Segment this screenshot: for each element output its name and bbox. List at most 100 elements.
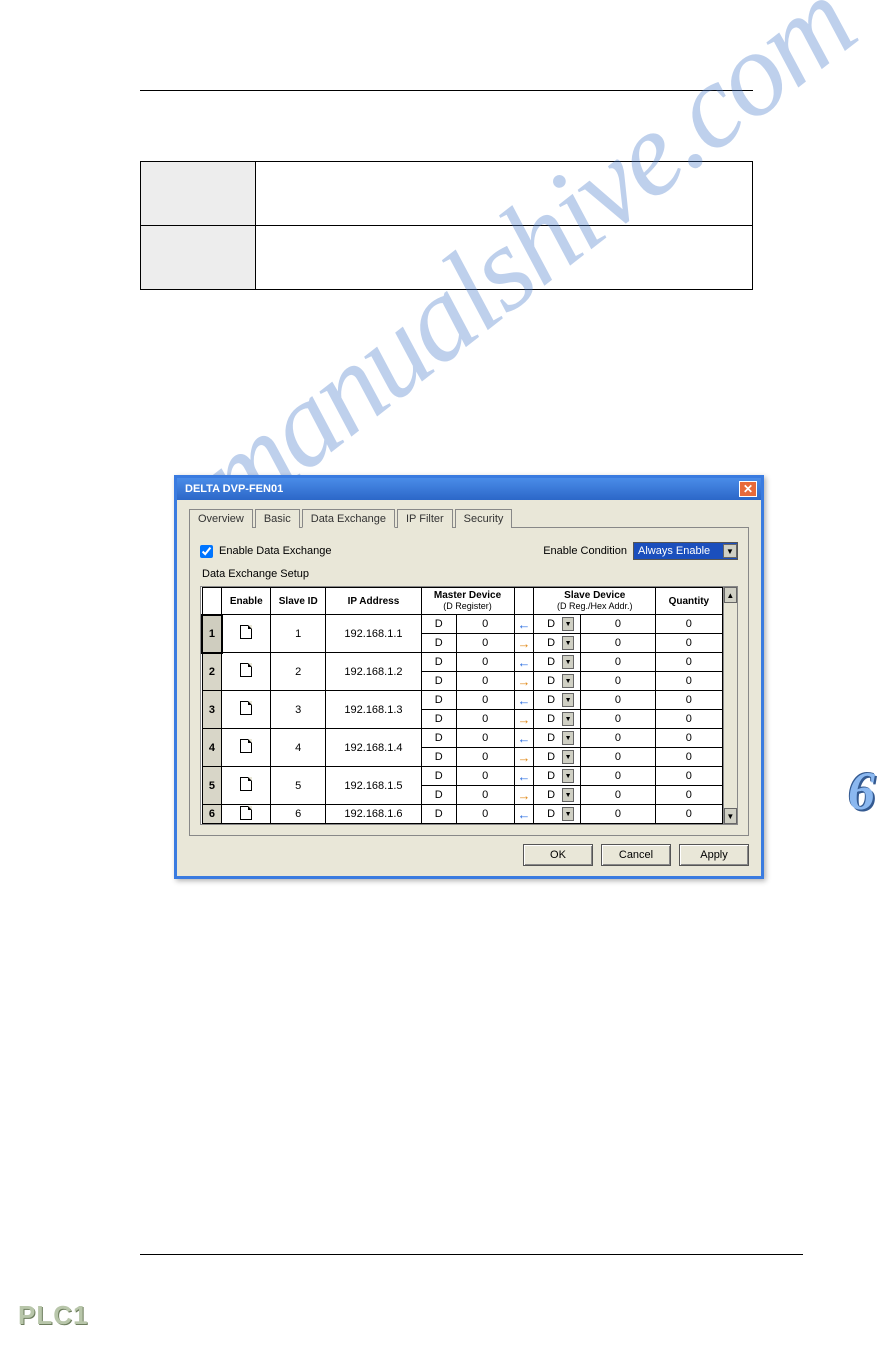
master-val-cell[interactable]: 0: [456, 786, 514, 805]
slave-reg-select[interactable]: D▼: [534, 634, 580, 653]
table-row[interactable]: 11192.168.1.1D0←D▼00: [202, 615, 722, 634]
table-row[interactable]: 66192.168.1.6D0←D▼00: [202, 805, 722, 824]
slave-val-cell[interactable]: 0: [580, 767, 655, 786]
cancel-button[interactable]: Cancel: [601, 844, 671, 866]
master-reg-cell[interactable]: D: [421, 767, 456, 786]
slave-reg-select[interactable]: D▼: [534, 748, 580, 767]
master-val-cell[interactable]: 0: [456, 767, 514, 786]
quantity-cell[interactable]: 0: [656, 786, 722, 805]
slave-val-cell[interactable]: 0: [580, 691, 655, 710]
slave-val-cell[interactable]: 0: [580, 672, 655, 691]
table-row[interactable]: 44192.168.1.4D0←D▼00: [202, 729, 722, 748]
ip-cell[interactable]: 192.168.1.4: [326, 729, 421, 767]
slave-reg-select[interactable]: D▼: [534, 729, 580, 748]
dialog-titlebar[interactable]: DELTA DVP-FEN01 ✕: [177, 478, 761, 500]
ip-cell[interactable]: 192.168.1.2: [326, 653, 421, 691]
slave-val-cell[interactable]: 0: [580, 653, 655, 672]
tab-ip-filter[interactable]: IP Filter: [397, 509, 453, 528]
enable-data-exchange-checkbox[interactable]: [200, 545, 213, 558]
master-reg-cell[interactable]: D: [421, 615, 456, 634]
row-number[interactable]: 1: [202, 615, 222, 653]
master-reg-cell[interactable]: D: [421, 672, 456, 691]
slave-id-cell[interactable]: 4: [271, 729, 326, 767]
quantity-cell[interactable]: 0: [656, 653, 722, 672]
slave-id-cell[interactable]: 3: [271, 691, 326, 729]
quantity-cell[interactable]: 0: [656, 710, 722, 729]
table-row[interactable]: 55192.168.1.5D0←D▼00: [202, 767, 722, 786]
quantity-cell[interactable]: 0: [656, 729, 722, 748]
quantity-cell[interactable]: 0: [656, 634, 722, 653]
scroll-up-icon[interactable]: ▲: [724, 587, 737, 603]
master-val-cell[interactable]: 0: [456, 691, 514, 710]
master-val-cell[interactable]: 0: [456, 729, 514, 748]
enable-cell[interactable]: [222, 653, 271, 691]
master-val-cell[interactable]: 0: [456, 805, 514, 824]
master-val-cell[interactable]: 0: [456, 748, 514, 767]
enable-cell[interactable]: [222, 615, 271, 653]
slave-reg-select[interactable]: D▼: [534, 672, 580, 691]
quantity-cell[interactable]: 0: [656, 615, 722, 634]
row-number[interactable]: 4: [202, 729, 222, 767]
vertical-scrollbar[interactable]: ▲ ▼: [723, 587, 737, 824]
enable-condition-select[interactable]: Always Enable ▼: [633, 542, 738, 560]
master-val-cell[interactable]: 0: [456, 634, 514, 653]
slave-reg-select[interactable]: D▼: [534, 805, 580, 824]
slave-reg-select[interactable]: D▼: [534, 653, 580, 672]
ip-cell[interactable]: 192.168.1.3: [326, 691, 421, 729]
table-row[interactable]: 33192.168.1.3D0←D▼00: [202, 691, 722, 710]
enable-cell[interactable]: [222, 805, 271, 824]
table-row[interactable]: 22192.168.1.2D0←D▼00: [202, 653, 722, 672]
row-number[interactable]: 6: [202, 805, 222, 824]
scroll-track[interactable]: [724, 603, 737, 808]
master-reg-cell[interactable]: D: [421, 786, 456, 805]
master-reg-cell[interactable]: D: [421, 691, 456, 710]
tab-basic[interactable]: Basic: [255, 509, 300, 528]
enable-cell[interactable]: [222, 729, 271, 767]
scroll-down-icon[interactable]: ▼: [724, 808, 737, 824]
row-number[interactable]: 5: [202, 767, 222, 805]
slave-id-cell[interactable]: 1: [271, 615, 326, 653]
quantity-cell[interactable]: 0: [656, 672, 722, 691]
master-reg-cell[interactable]: D: [421, 653, 456, 672]
master-reg-cell[interactable]: D: [421, 634, 456, 653]
ip-cell[interactable]: 192.168.1.5: [326, 767, 421, 805]
slave-val-cell[interactable]: 0: [580, 786, 655, 805]
slave-val-cell[interactable]: 0: [580, 710, 655, 729]
slave-reg-select[interactable]: D▼: [534, 691, 580, 710]
ok-button[interactable]: OK: [523, 844, 593, 866]
tab-security[interactable]: Security: [455, 509, 513, 528]
master-reg-cell[interactable]: D: [421, 805, 456, 824]
master-reg-cell[interactable]: D: [421, 729, 456, 748]
tab-overview[interactable]: Overview: [189, 509, 253, 528]
master-reg-cell[interactable]: D: [421, 710, 456, 729]
quantity-cell[interactable]: 0: [656, 805, 722, 824]
master-val-cell[interactable]: 0: [456, 615, 514, 634]
quantity-cell[interactable]: 0: [656, 691, 722, 710]
enable-cell[interactable]: [222, 767, 271, 805]
ip-cell[interactable]: 192.168.1.6: [326, 805, 421, 824]
row-number[interactable]: 3: [202, 691, 222, 729]
master-reg-cell[interactable]: D: [421, 748, 456, 767]
close-button[interactable]: ✕: [739, 481, 757, 497]
apply-button[interactable]: Apply: [679, 844, 749, 866]
slave-val-cell[interactable]: 0: [580, 748, 655, 767]
slave-reg-select[interactable]: D▼: [534, 615, 580, 634]
slave-id-cell[interactable]: 6: [271, 805, 326, 824]
slave-reg-select[interactable]: D▼: [534, 767, 580, 786]
slave-val-cell[interactable]: 0: [580, 634, 655, 653]
master-val-cell[interactable]: 0: [456, 710, 514, 729]
slave-val-cell[interactable]: 0: [580, 615, 655, 634]
slave-reg-select[interactable]: D▼: [534, 786, 580, 805]
master-val-cell[interactable]: 0: [456, 672, 514, 691]
slave-reg-select[interactable]: D▼: [534, 710, 580, 729]
slave-id-cell[interactable]: 5: [271, 767, 326, 805]
quantity-cell[interactable]: 0: [656, 748, 722, 767]
slave-val-cell[interactable]: 0: [580, 805, 655, 824]
quantity-cell[interactable]: 0: [656, 767, 722, 786]
row-number[interactable]: 2: [202, 653, 222, 691]
slave-id-cell[interactable]: 2: [271, 653, 326, 691]
ip-cell[interactable]: 192.168.1.1: [326, 615, 421, 653]
slave-val-cell[interactable]: 0: [580, 729, 655, 748]
tab-data-exchange[interactable]: Data Exchange: [302, 509, 395, 528]
master-val-cell[interactable]: 0: [456, 653, 514, 672]
